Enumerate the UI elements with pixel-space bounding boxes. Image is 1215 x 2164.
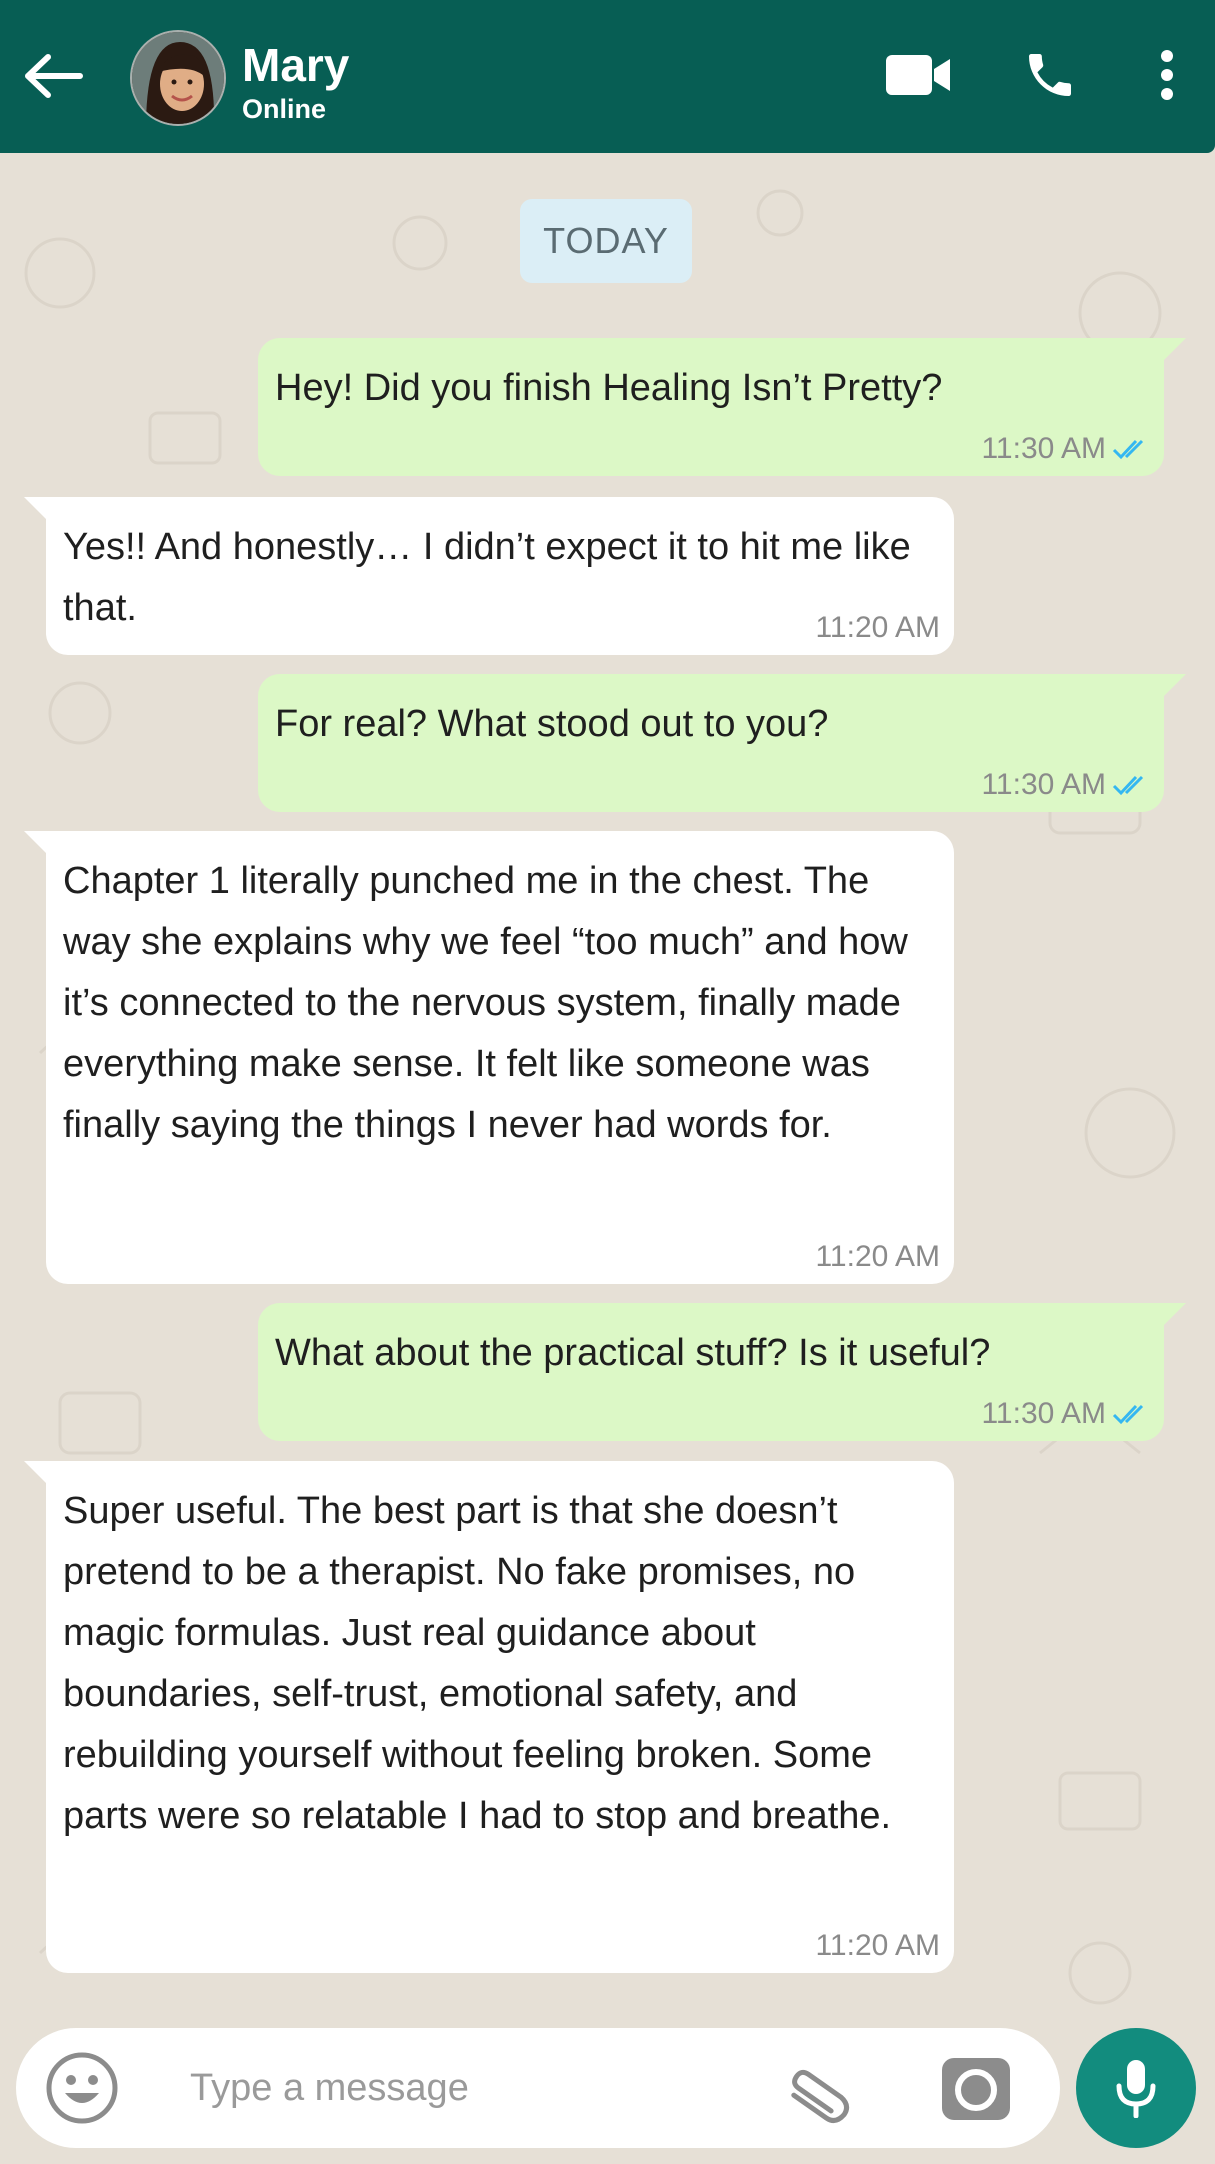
microphone-icon: [1116, 2060, 1156, 2118]
menu-button[interactable]: [1150, 40, 1184, 110]
message-time: 11:20 AM: [815, 1240, 940, 1273]
emoji-icon: [46, 2052, 118, 2124]
message-text: For real? What stood out to you?: [275, 703, 829, 745]
phone-icon: [1029, 54, 1071, 96]
message-text: Super useful. The best part is that she …: [63, 1490, 892, 1837]
back-button[interactable]: [22, 44, 86, 108]
video-camera-icon: [886, 55, 950, 95]
message-time: 11:20 AM: [815, 1929, 940, 1962]
message-meta: 11:20 AM: [815, 1236, 940, 1278]
message-bubble-outgoing[interactable]: Hey! Did you finish Healing Isn’t Pretty…: [258, 338, 1186, 476]
video-call-button[interactable]: [882, 40, 954, 110]
bubble-tail: [1162, 1303, 1186, 1327]
message-bubble-outgoing[interactable]: For real? What stood out to you? 11:30 A…: [258, 674, 1186, 812]
message-composer: [16, 2028, 1060, 2148]
more-vert-icon: [1161, 50, 1173, 100]
contact-name[interactable]: Mary: [242, 42, 349, 88]
camera-button[interactable]: [934, 2048, 1018, 2128]
message-bubble-incoming[interactable]: Chapter 1 literally punched me in the ch…: [24, 831, 954, 1284]
message-time: 11:30 AM: [981, 1397, 1106, 1430]
contact-status: Online: [242, 94, 327, 124]
avatar[interactable]: [130, 30, 226, 126]
avatar-photo: [132, 32, 224, 124]
message-time: 11:30 AM: [981, 768, 1106, 801]
message-meta: 11:20 AM: [815, 607, 940, 649]
message-meta: 11:30 AM: [981, 428, 1150, 470]
message-meta: 11:30 AM: [981, 1393, 1150, 1435]
date-separator: TODAY: [520, 199, 692, 283]
message-bubble-incoming[interactable]: Super useful. The best part is that she …: [24, 1461, 954, 1973]
message-bubble-incoming[interactable]: Yes!! And honestly… I didn’t expect it t…: [24, 497, 954, 655]
double-check-icon: [1112, 439, 1144, 460]
chat-screen: Mary Online TODAY Hey! Did you finish He…: [0, 0, 1215, 2164]
bubble-tail: [1162, 338, 1186, 362]
bubble-tail: [24, 497, 48, 521]
paperclip-icon: [791, 2069, 850, 2123]
bubble-tail: [24, 831, 48, 855]
message-text: What about the practical stuff? Is it us…: [275, 1332, 991, 1374]
arrow-left-icon: [25, 54, 83, 98]
double-check-icon: [1112, 1404, 1144, 1425]
message-time: 11:20 AM: [815, 611, 940, 644]
voice-call-button[interactable]: [1018, 40, 1082, 110]
message-text: Hey! Did you finish Healing Isn’t Pretty…: [275, 367, 943, 409]
camera-icon: [942, 2058, 1010, 2120]
message-meta: 11:20 AM: [815, 1925, 940, 1967]
bubble-tail: [24, 1461, 48, 1485]
bubble-tail: [1162, 674, 1186, 698]
message-text: Chapter 1 literally punched me in the ch…: [63, 860, 908, 1146]
emoji-button[interactable]: [42, 2048, 122, 2128]
message-meta: 11:30 AM: [981, 764, 1150, 806]
message-time: 11:30 AM: [981, 432, 1106, 465]
message-input[interactable]: [190, 2056, 770, 2120]
double-check-icon: [1112, 775, 1144, 796]
message-bubble-outgoing[interactable]: What about the practical stuff? Is it us…: [258, 1303, 1186, 1441]
attach-button[interactable]: [778, 2048, 868, 2128]
message-text: Yes!! And honestly… I didn’t expect it t…: [63, 526, 911, 629]
voice-message-button[interactable]: [1076, 2028, 1196, 2148]
chat-header: Mary Online: [0, 0, 1215, 153]
